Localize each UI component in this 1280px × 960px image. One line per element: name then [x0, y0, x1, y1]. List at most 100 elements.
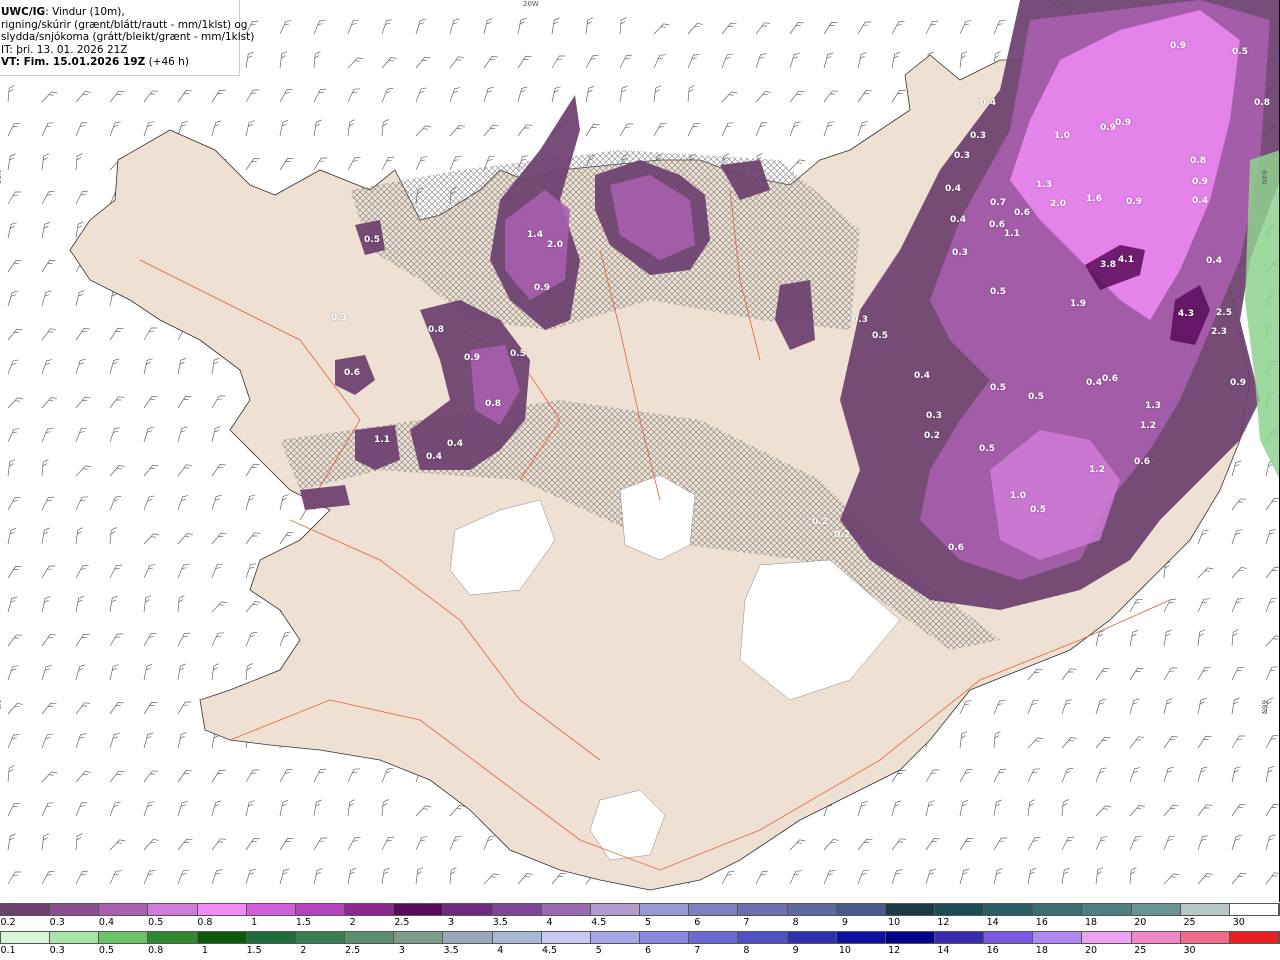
precip-value-label: 0.3	[852, 315, 868, 325]
precip-value-label: 0.4	[945, 184, 961, 194]
wind-barb	[177, 357, 187, 375]
wind-barb	[687, 85, 695, 103]
wind-barb	[1061, 867, 1070, 885]
wind-barb	[347, 867, 357, 885]
legend-tick-label: 0.5	[98, 945, 115, 956]
wind-barb	[7, 802, 21, 817]
wind-barb	[857, 800, 868, 817]
wind-barb	[7, 497, 21, 511]
wind-barb	[1163, 873, 1180, 885]
wind-barb	[449, 835, 462, 851]
wind-barb	[483, 873, 500, 885]
wind-barb	[415, 836, 428, 851]
wind-barb	[109, 664, 119, 681]
legend-swatch	[1180, 932, 1230, 943]
wind-barb	[381, 87, 394, 103]
precip-value-label: 1.6	[1086, 194, 1102, 204]
wind-barb	[619, 123, 634, 137]
wind-barb	[7, 634, 23, 647]
wind-barb	[1231, 498, 1247, 511]
wind-barb	[823, 869, 836, 885]
wind-barb	[7, 222, 17, 239]
wind-barb	[211, 601, 228, 613]
wind-barb	[415, 87, 427, 103]
wind-barb	[7, 153, 16, 171]
precip-value-label: 0.9	[1192, 177, 1208, 187]
wind-barb	[109, 495, 122, 511]
wind-barb	[959, 868, 970, 885]
wind-barb	[41, 871, 55, 885]
wind-barb	[1197, 735, 1212, 749]
wind-barb	[1197, 873, 1213, 885]
legend-tick-label: 25	[1183, 917, 1196, 928]
wind-barb	[1129, 835, 1142, 851]
wind-barb	[177, 800, 188, 817]
wind-barb	[143, 770, 159, 783]
legend-swatch	[394, 932, 444, 943]
wind-barb	[925, 769, 940, 783]
wind-barb	[7, 565, 22, 579]
wind-barb	[415, 867, 424, 885]
legend-swatch	[640, 932, 690, 943]
wind-barb	[449, 56, 465, 69]
legend-swatch	[738, 904, 788, 915]
wind-barb	[755, 22, 771, 35]
legend-swatch	[148, 932, 198, 943]
wind-barb	[687, 122, 701, 137]
precip-value-label: 0.2	[924, 431, 940, 441]
legend-swatch	[787, 932, 837, 943]
wind-barb	[347, 88, 360, 103]
precip-value-label: 1.0	[1010, 491, 1026, 501]
wind-barb	[1231, 834, 1242, 851]
wind-barb	[755, 121, 768, 137]
wind-barb	[177, 595, 185, 613]
wind-barb	[245, 51, 254, 69]
wind-barb	[143, 358, 153, 375]
wind-barb	[143, 732, 154, 749]
wind-barb	[211, 89, 226, 103]
wind-barb	[177, 632, 191, 647]
wind-barb	[7, 459, 16, 477]
wind-barb	[1027, 699, 1039, 715]
legend-tick-label: 5	[644, 917, 652, 928]
legend-tick-label: 10	[888, 917, 901, 928]
precip-value-label: 0.5	[979, 444, 995, 454]
precip-value-label: 0.4	[980, 98, 996, 108]
wind-barb	[75, 190, 89, 205]
legend-tick-label: 0.5	[148, 917, 164, 928]
legend-swatch	[295, 904, 346, 915]
legend-swatch	[590, 904, 641, 915]
precip-value-label: 0.6	[948, 543, 964, 553]
wind-barb	[41, 496, 55, 511]
wind-barb	[653, 85, 662, 103]
wind-barb	[1129, 767, 1141, 783]
legend-swatch	[689, 904, 739, 915]
precip-value-label: 0.4	[1086, 378, 1102, 388]
wind-barb	[109, 358, 120, 375]
wind-barb	[75, 91, 91, 103]
precip-value-label: 0.9	[534, 283, 550, 293]
wind-barb	[347, 837, 361, 851]
wind-barb	[619, 85, 628, 103]
wind-barb	[1197, 529, 1209, 545]
wind-barb	[143, 121, 155, 137]
legend-tick-label: 1	[201, 945, 208, 956]
legend-tick-label: 4	[497, 945, 504, 956]
legend-swatch	[246, 904, 296, 915]
wind-barb	[143, 701, 158, 715]
wind-barb	[483, 18, 493, 35]
legend-swatch	[99, 932, 149, 943]
wind-barb	[1061, 699, 1073, 715]
wind-barb	[381, 799, 389, 817]
precip-value-label: 0.9	[1230, 378, 1246, 388]
legend-tick-label: 1.5	[295, 917, 311, 928]
wind-barb	[585, 17, 594, 35]
wind-barb	[1231, 460, 1242, 477]
wind-barb	[1265, 597, 1277, 613]
precip-value-label: 0.2	[812, 517, 828, 527]
wind-barb	[1129, 736, 1145, 749]
wind-barb	[75, 771, 91, 783]
wind-barb	[109, 121, 121, 137]
legend-swatch	[1082, 932, 1132, 943]
wind-barb	[993, 868, 1003, 885]
